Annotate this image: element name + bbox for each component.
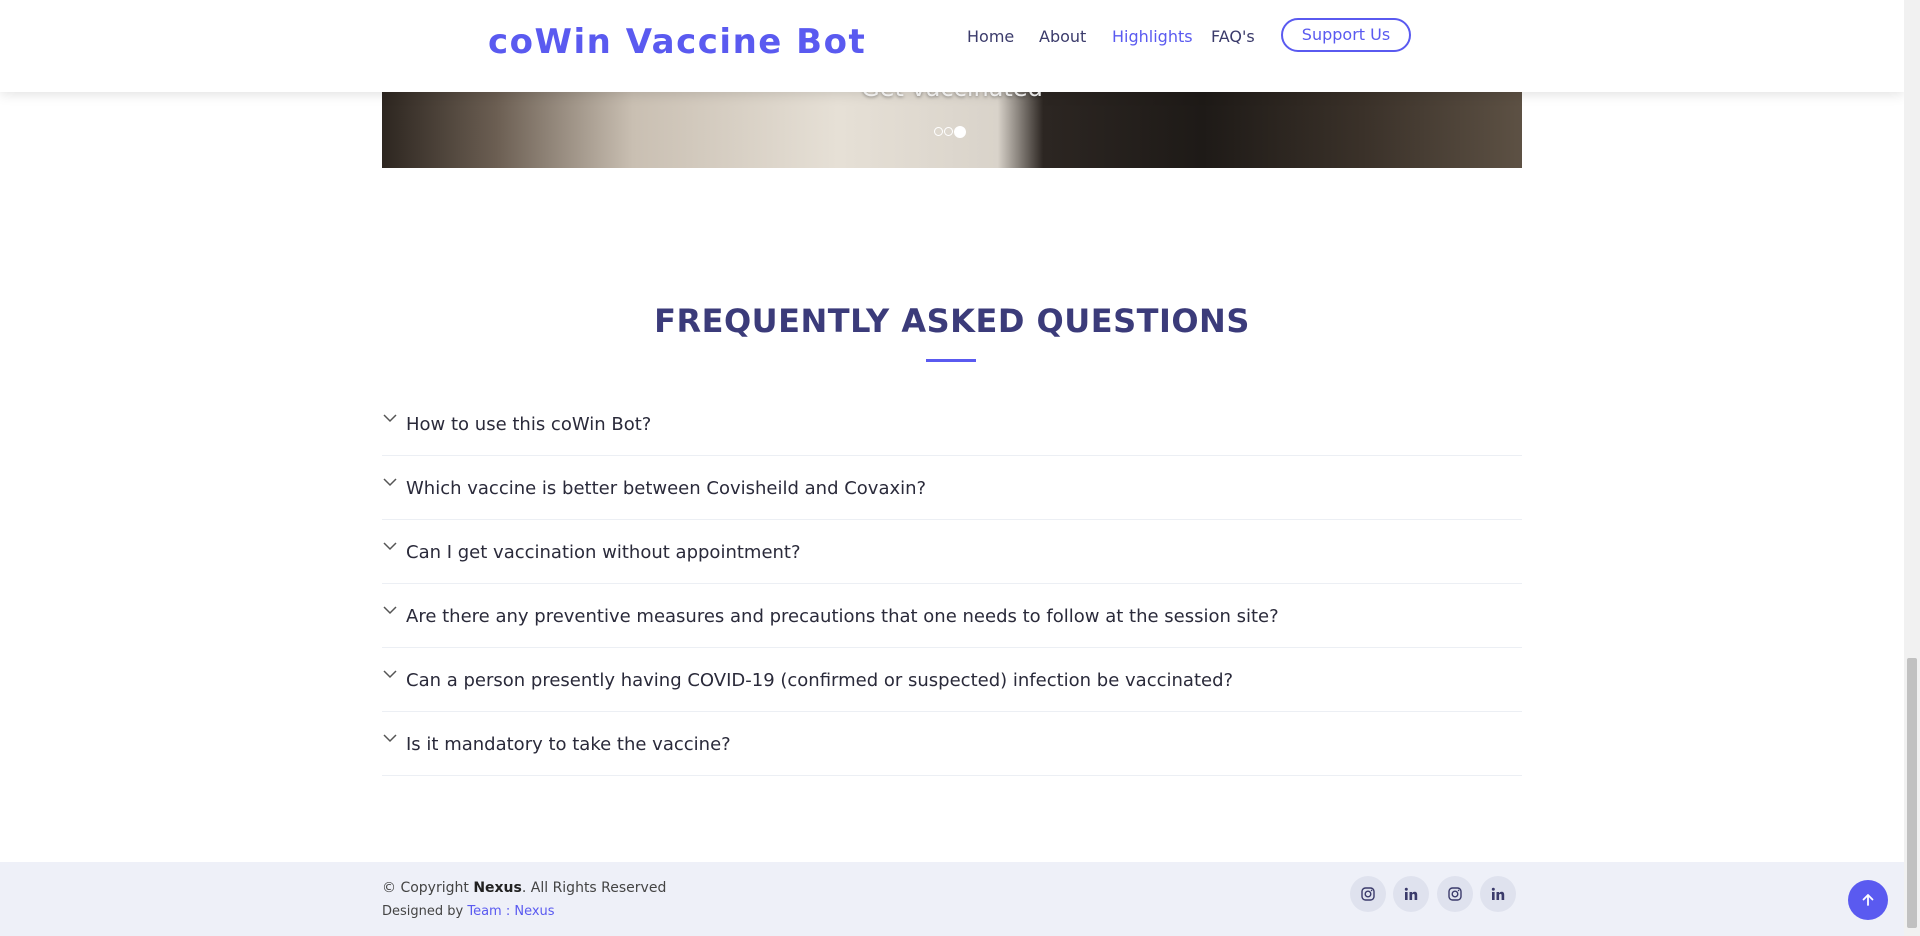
faq-item[interactable]: Can a person presently having COVID-19 (…	[382, 648, 1522, 712]
designed-by-label: Designed by	[382, 904, 464, 919]
carousel-dot-3[interactable]	[954, 126, 966, 138]
faq-title: FREQUENTLY ASKED QUESTIONS	[654, 302, 1250, 340]
faq-question[interactable]: Can I get vaccination without appointmen…	[406, 542, 801, 563]
instagram-link[interactable]	[1350, 876, 1386, 912]
hero-carousel: Get vaccinated	[382, 92, 1522, 168]
support-us-button[interactable]: Support Us	[1281, 18, 1411, 52]
back-to-top-button[interactable]	[1848, 880, 1888, 920]
linkedin-link[interactable]	[1480, 876, 1516, 912]
faq-question[interactable]: Which vaccine is better between Covishei…	[406, 478, 926, 499]
chevron-down-icon	[383, 414, 397, 423]
arrow-up-icon	[1862, 894, 1874, 906]
linkedin-icon	[1404, 887, 1418, 900]
carousel-indicators	[934, 126, 967, 139]
faq-item[interactable]: Is it mandatory to take the vaccine?	[382, 712, 1522, 776]
site-logo[interactable]: coWin Vaccine Bot	[488, 22, 866, 62]
site-header: coWin Vaccine Bot Home About Highlights …	[0, 0, 1904, 92]
chevron-down-icon	[383, 734, 397, 743]
chevron-down-icon	[383, 670, 397, 679]
chevron-down-icon	[383, 606, 397, 615]
chevron-down-icon	[383, 478, 397, 487]
linkedin-link[interactable]	[1393, 876, 1429, 912]
nav-about[interactable]: About	[1039, 27, 1086, 46]
faq-question[interactable]: Is it mandatory to take the vaccine?	[406, 734, 731, 755]
team-link[interactable]: Team : Nexus	[467, 904, 554, 919]
nav-highlights[interactable]: Highlights	[1112, 27, 1193, 46]
faq-question[interactable]: Are there any preventive measures and pr…	[406, 606, 1279, 627]
copyright-prefix: © Copyright	[382, 880, 469, 896]
carousel-dot-2[interactable]	[944, 127, 953, 136]
nav-faqs[interactable]: FAQ's	[1211, 27, 1255, 46]
faq-question[interactable]: How to use this coWin Bot?	[406, 414, 651, 435]
instagram-icon	[1361, 887, 1375, 901]
faq-item[interactable]: Can I get vaccination without appointmen…	[382, 520, 1522, 584]
copyright-suffix: . All Rights Reserved	[521, 880, 667, 896]
chevron-down-icon	[383, 542, 397, 551]
site-footer: © Copyright Nexus. All Rights Reserved D…	[0, 862, 1904, 936]
instagram-link[interactable]	[1437, 876, 1473, 912]
faq-item[interactable]: Are there any preventive measures and pr…	[382, 584, 1522, 648]
carousel-dot-1[interactable]	[934, 127, 943, 136]
faq-question[interactable]: Can a person presently having COVID-19 (…	[406, 670, 1233, 691]
faq-list: How to use this coWin Bot? Which vaccine…	[382, 392, 1522, 776]
copyright-text: © Copyright Nexus. All Rights Reserved	[382, 880, 666, 896]
faq-item[interactable]: Which vaccine is better between Covishei…	[382, 456, 1522, 520]
linkedin-icon	[1491, 887, 1505, 900]
faq-title-underline	[926, 359, 976, 362]
scrollbar-thumb[interactable]	[1907, 658, 1917, 928]
copyright-brand: Nexus	[473, 880, 522, 896]
faq-item[interactable]: How to use this coWin Bot?	[382, 392, 1522, 456]
page: coWin Vaccine Bot Home About Highlights …	[0, 0, 1904, 936]
hero-caption: Get vaccinated	[382, 92, 1522, 102]
credits-text: Designed by Team : Nexus	[382, 904, 555, 919]
instagram-icon	[1448, 887, 1462, 901]
page-scrollbar[interactable]	[1904, 0, 1920, 936]
nav-home[interactable]: Home	[967, 27, 1014, 46]
